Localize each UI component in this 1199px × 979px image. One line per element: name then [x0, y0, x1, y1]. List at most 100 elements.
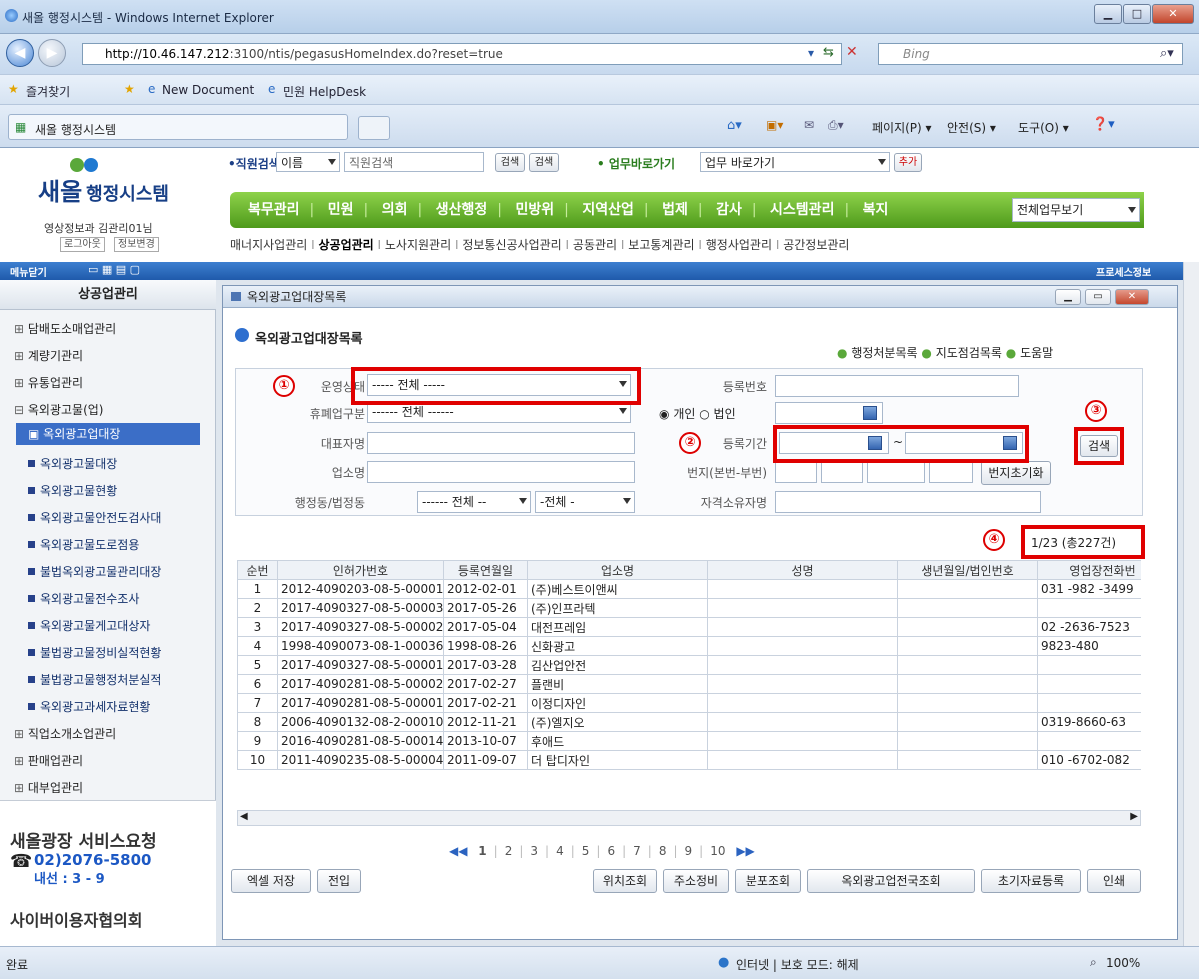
menu-item[interactable]: 시스템관리: [762, 192, 842, 228]
next-page-icon[interactable]: ▶▶: [736, 844, 754, 858]
page-number-link[interactable]: 9: [685, 844, 693, 858]
sidebar-subitem[interactable]: 불법광고물행정처분실적: [28, 671, 161, 688]
page-number-link[interactable]: 1: [478, 844, 486, 858]
horizontal-scrollbar[interactable]: ◀ ▶: [237, 810, 1141, 826]
all-menu-select[interactable]: 전체업무보기: [1012, 198, 1140, 222]
page-number-link[interactable]: 10: [710, 844, 725, 858]
page-number-link[interactable]: 2: [505, 844, 513, 858]
staff-search-input[interactable]: 직원검색: [344, 152, 484, 172]
submenu-item[interactable]: 매너지사업관리: [230, 238, 307, 252]
table-row[interactable]: 10 2011-4090235-08-5-00004 2011-09-07 더 탑디자…: [237, 750, 1141, 770]
sidebar-group[interactable]: ⊞ 담배도소매업관리: [14, 320, 116, 337]
inspection-link[interactable]: 지도점검목록: [936, 346, 1002, 360]
fav-link-new-document[interactable]: New Document: [162, 83, 254, 97]
layout-icons[interactable]: ▭ ▦ ▤ ▢: [88, 263, 140, 276]
safety-menu[interactable]: 안전(S) ▾: [947, 119, 996, 136]
dong-select-1[interactable]: ------ 전체 --: [417, 491, 531, 513]
menu-close-button[interactable]: 메뉴닫기: [10, 264, 47, 279]
column-header[interactable]: 생년월일/법인번호: [897, 560, 1038, 580]
dropdown-icon[interactable]: ▾: [808, 46, 814, 60]
staff-search-button[interactable]: 검색: [495, 153, 525, 172]
add-favorite-icon[interactable]: ★: [124, 82, 135, 96]
sidebar-subitem[interactable]: 옥외광고물도로점용: [28, 536, 139, 553]
quick-link-select[interactable]: 업무 바로가기: [700, 152, 890, 172]
help-icon[interactable]: ❓▾: [1092, 117, 1115, 132]
rep-input[interactable]: [367, 432, 635, 454]
menu-item[interactable]: 민방위: [507, 192, 562, 228]
sidebar-group[interactable]: ⊞ 계량기관리: [14, 347, 83, 364]
sidebar-group[interactable]: ⊞ 유통업관리: [14, 374, 83, 391]
page-menu[interactable]: 페이지(P) ▾: [872, 119, 932, 136]
table-row[interactable]: 6 2017-4090281-08-5-00002 2017-02-27 플랜비: [237, 674, 1141, 694]
tools-menu[interactable]: 도구(O) ▾: [1018, 119, 1069, 136]
lot-input-2[interactable]: [821, 461, 863, 483]
sidebar-subitem[interactable]: 옥외광고물게고대상자: [28, 617, 150, 634]
column-header[interactable]: 성명: [707, 560, 898, 580]
lot-input-1[interactable]: [775, 461, 817, 483]
lot-input-4[interactable]: [929, 461, 973, 483]
home-icon[interactable]: ⌂▾: [727, 118, 742, 133]
search-input[interactable]: Bing: [878, 43, 1183, 65]
tab-current[interactable]: ▦ 새올 행정시스템: [8, 114, 348, 140]
minimize-button[interactable]: ▁: [1094, 4, 1122, 24]
panel-close-button[interactable]: ✕: [1115, 289, 1149, 305]
submenu-item[interactable]: 행정사업관리: [706, 238, 772, 252]
expand-icon[interactable]: ⊞: [14, 727, 28, 741]
sidebar-group[interactable]: ⊞ 대부업관리: [14, 779, 83, 796]
table-row[interactable]: 2 2017-4090327-08-5-00003 2017-05-26 (주)인프라…: [237, 598, 1141, 618]
address-cleanup-button[interactable]: 주소정비: [663, 869, 729, 893]
table-row[interactable]: 8 2006-4090132-08-2-00010 2012-11-21 (주)엘지오…: [237, 712, 1141, 732]
sidebar-subitem[interactable]: 옥외광고물현황: [28, 482, 117, 499]
column-header[interactable]: 영업장전화번: [1037, 560, 1141, 580]
regno-input[interactable]: [775, 375, 1019, 397]
sidebar-subitem[interactable]: 불법광고물정비실적현황: [28, 644, 161, 661]
calendar-icon[interactable]: [863, 406, 877, 420]
print-icon[interactable]: ⎙▾: [828, 118, 844, 133]
lot-reset-button[interactable]: 번지초기화: [981, 461, 1051, 485]
radio-person[interactable]: ◉: [659, 407, 669, 421]
location-button[interactable]: 위치조회: [593, 869, 657, 893]
back-icon[interactable]: ◀: [6, 39, 34, 67]
url-input[interactable]: http://10.46.147.212:3100/ntis/pegasusHo…: [82, 43, 842, 65]
sidebar-subitem[interactable]: 옥외광고물대장: [28, 455, 117, 472]
transfer-in-button[interactable]: 전입: [317, 869, 361, 893]
expand-icon[interactable]: ⊞: [14, 322, 28, 336]
dong-select-2[interactable]: -전체 -: [535, 491, 635, 513]
excel-save-button[interactable]: 엑셀 저장: [231, 869, 311, 893]
menu-item[interactable]: 복지: [855, 192, 897, 228]
page-number-link[interactable]: 6: [607, 844, 615, 858]
sidebar-item-selected[interactable]: ▣ 옥외광고업대장: [16, 423, 200, 445]
menu-item[interactable]: 의회: [374, 192, 416, 228]
column-header[interactable]: 인허가번호: [277, 560, 444, 580]
favorites-button[interactable]: 즐겨찾기: [26, 83, 70, 100]
page-number-link[interactable]: 8: [659, 844, 667, 858]
page-number-link[interactable]: 7: [633, 844, 641, 858]
service-request-link[interactable]: 새올광장 서비스요청: [10, 827, 157, 852]
table-row[interactable]: 7 2017-4090281-08-5-00001 2017-02-21 이정디자인: [237, 693, 1141, 713]
cyber-council-link[interactable]: 사이버이용자협의회: [10, 907, 142, 931]
sidebar-group[interactable]: ⊟ 옥외광고물(업): [14, 401, 103, 418]
menu-item[interactable]: 생산행정: [428, 192, 496, 228]
refresh-icon[interactable]: ⇆: [823, 45, 834, 60]
print-button[interactable]: 인쇄: [1087, 869, 1141, 893]
expand-icon[interactable]: ⊞: [14, 349, 28, 363]
radio-corp[interactable]: ○: [699, 407, 709, 421]
staff-search-button-2[interactable]: 검색: [529, 153, 559, 172]
sidebar-subitem[interactable]: 불법옥외광고물관리대장: [28, 563, 161, 580]
info-change-button[interactable]: 정보변경: [114, 237, 159, 252]
menu-item[interactable]: 법제: [654, 192, 696, 228]
sidebar-subitem[interactable]: 옥외광고과세자료현황: [28, 698, 150, 715]
owner-input[interactable]: [775, 491, 1041, 513]
feeds-icon[interactable]: ▣▾: [766, 118, 783, 132]
logout-button[interactable]: 로그아웃: [60, 237, 105, 252]
table-row[interactable]: 4 1998-4090073-08-1-00036 1998-08-26 신화광고 98…: [237, 636, 1141, 656]
submenu-item[interactable]: 노사지원관리: [385, 238, 451, 252]
page-number-link[interactable]: 5: [582, 844, 590, 858]
admin-disposal-link[interactable]: 행정처분목록: [851, 346, 917, 360]
menu-item[interactable]: 지역산업: [574, 192, 642, 228]
stop-icon[interactable]: ✕: [846, 44, 858, 60]
menu-item[interactable]: 복무관리: [230, 192, 308, 228]
sidebar-subitem[interactable]: 옥외광고물안전도검사대: [28, 509, 161, 526]
submenu-item[interactable]: 공동관리: [573, 238, 617, 252]
sidebar-group[interactable]: ⊞ 판매업관리: [14, 752, 83, 769]
